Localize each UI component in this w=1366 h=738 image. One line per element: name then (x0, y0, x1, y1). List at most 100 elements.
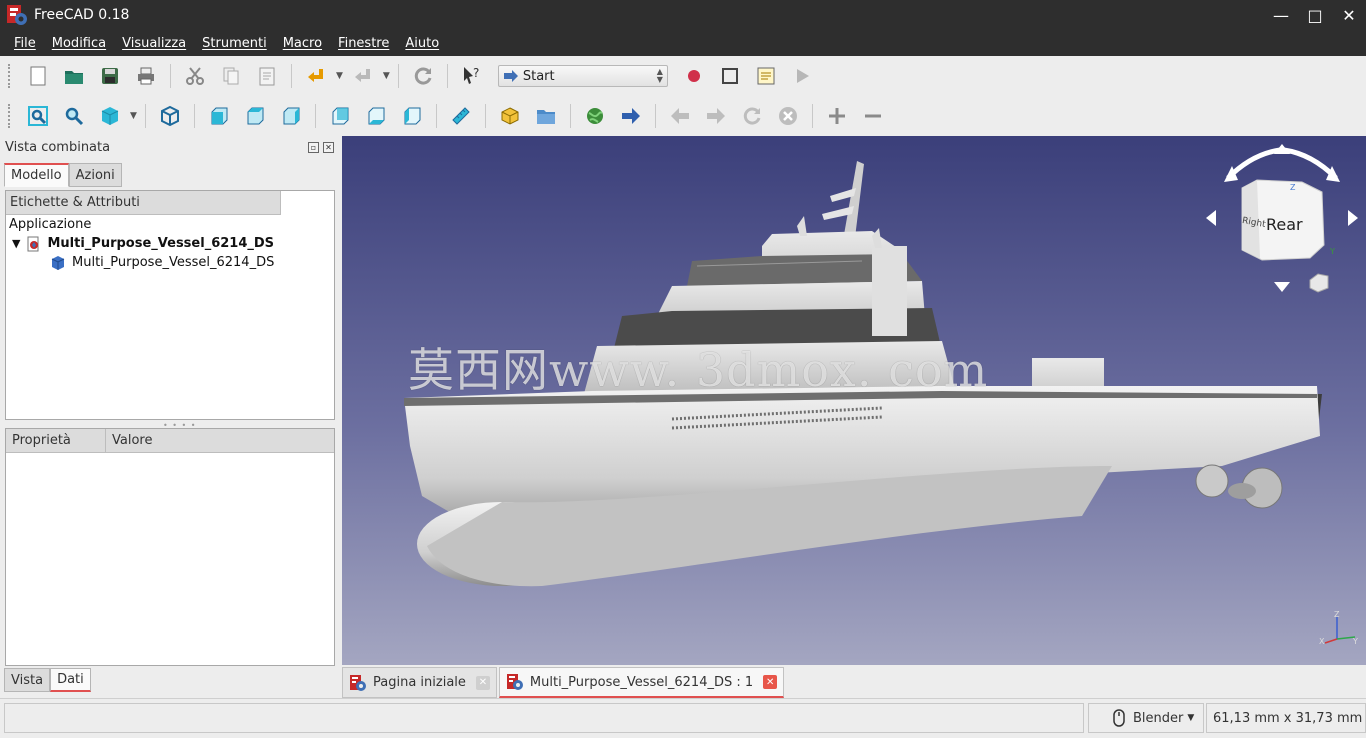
mouse-icon (1113, 709, 1125, 727)
redo-button[interactable] (348, 61, 378, 91)
menu-visualizza[interactable]: Visualizza (114, 36, 194, 51)
freecad-doc-icon (350, 674, 366, 691)
navcube-rotate-left-icon[interactable] (1226, 147, 1281, 180)
globe-icon (586, 108, 603, 124)
tree-object-row[interactable]: Multi_Purpose_Vessel_6214_DS (6, 253, 334, 272)
dimension-readout: 61,13 mm x 31,73 mm (1206, 703, 1366, 733)
float-panel-icon[interactable]: ▫ (308, 142, 319, 153)
refresh-icon (414, 67, 432, 85)
undo-button[interactable] (301, 61, 331, 91)
zoom-in-button[interactable] (822, 101, 852, 131)
view-left-button[interactable] (397, 101, 427, 131)
view-isometric-button[interactable] (155, 101, 185, 131)
measure-distance-button[interactable] (446, 101, 476, 131)
collapse-arrow-icon[interactable]: ▼ (12, 237, 20, 250)
draw-style-dropdown-icon[interactable]: ▼ (130, 111, 137, 121)
view-bottom-button[interactable] (361, 101, 391, 131)
open-button[interactable] (59, 61, 89, 91)
web-start-button[interactable] (616, 101, 646, 131)
maximize-button[interactable]: □ (1298, 0, 1332, 30)
execute-macro-button[interactable] (787, 61, 817, 91)
navigation-style-label: Blender (1133, 710, 1184, 726)
tab-azioni[interactable]: Azioni (68, 163, 122, 187)
cut-button[interactable] (180, 61, 210, 91)
close-panel-icon[interactable]: ✕ (323, 142, 334, 153)
tree-header[interactable]: Etichette & Attributi (6, 191, 281, 215)
view-top-button[interactable] (240, 101, 270, 131)
reload-icon (743, 107, 761, 125)
solid-shape-icon (51, 255, 65, 270)
view-right-button[interactable] (276, 101, 306, 131)
svg-text:?: ? (473, 66, 479, 80)
navcube-face-label[interactable]: Rear (1266, 215, 1303, 234)
menu-file[interactable]: File (6, 36, 44, 51)
close-tab-icon[interactable]: ✕ (475, 675, 490, 690)
navcube-axis-z: Z (1290, 183, 1296, 192)
menu-strumenti[interactable]: Strumenti (194, 36, 275, 51)
navcube-down-arrow-icon[interactable] (1274, 282, 1290, 292)
navigation-cube[interactable]: Rear Right Z Y (1202, 140, 1362, 300)
macros-button[interactable] (751, 61, 781, 91)
property-editor: Proprietà Valore (5, 428, 335, 666)
web-refresh-button[interactable] (737, 101, 767, 131)
new-document-button[interactable] (23, 61, 53, 91)
tab-modello[interactable]: Modello (4, 163, 69, 187)
menu-macro[interactable]: Macro (275, 36, 330, 51)
close-button[interactable]: ✕ (1332, 0, 1366, 30)
property-column-header[interactable]: Proprietà (6, 429, 106, 452)
web-stop-button[interactable] (773, 101, 803, 131)
menu-finestre[interactable]: Finestre (330, 36, 397, 51)
record-icon (687, 70, 700, 82)
web-back-button[interactable] (665, 101, 695, 131)
create-part-button[interactable] (495, 101, 525, 131)
view-rear-button[interactable] (325, 101, 355, 131)
scissors-icon (186, 67, 204, 85)
minimize-button[interactable]: — (1264, 0, 1298, 30)
copy-button[interactable] (216, 61, 246, 91)
menu-modifica[interactable]: Modifica (44, 36, 114, 51)
draw-style-button[interactable] (95, 101, 125, 131)
tab-label: Pagina iniziale (373, 675, 466, 690)
web-home-button[interactable] (580, 101, 610, 131)
fit-all-button[interactable] (23, 101, 53, 131)
navcube-rotate-right-icon[interactable] (1283, 147, 1338, 180)
create-group-button[interactable] (531, 101, 561, 131)
menu-aiuto[interactable]: Aiuto (397, 36, 447, 51)
toolbar-grip[interactable] (8, 104, 12, 128)
stop-macro-button[interactable] (715, 61, 745, 91)
navcube-left-arrow-icon[interactable] (1206, 210, 1216, 226)
view-front-button[interactable] (204, 101, 234, 131)
paste-button[interactable] (252, 61, 282, 91)
tab-pagina-iniziale[interactable]: Pagina iniziale ✕ (342, 667, 497, 698)
workbench-label: Start (522, 68, 555, 84)
record-macro-button[interactable] (679, 61, 709, 91)
spinner-icon: ▲ ▼ (656, 67, 663, 84)
navcube-right-arrow-icon[interactable] (1348, 210, 1358, 226)
axis-y-label: Y (1352, 637, 1358, 646)
redo-dropdown-icon[interactable]: ▼ (383, 71, 390, 81)
property-tabs: Vista Dati (4, 668, 91, 692)
tree-document-row[interactable]: ▼ Multi_Purpose_Vessel_6214_DS (6, 234, 334, 253)
whats-this-button[interactable]: ? (457, 61, 487, 91)
undo-dropdown-icon[interactable]: ▼ (336, 71, 343, 81)
toolbar-grip[interactable] (8, 64, 12, 88)
save-icon (102, 68, 118, 84)
3d-viewport[interactable]: 莫西网www. 3dmox. com Rear Right Z Y Z Y X (342, 136, 1366, 665)
close-tab-icon[interactable]: ✕ (763, 675, 778, 689)
tab-dati[interactable]: Dati (50, 668, 91, 692)
workbench-selector[interactable]: Start ▲ ▼ (497, 65, 668, 87)
print-button[interactable] (131, 61, 161, 91)
combo-view-tabs: Modello Azioni (4, 163, 122, 187)
tab-vista[interactable]: Vista (4, 668, 51, 692)
view-toolbar: ▼ (0, 96, 1366, 136)
web-forward-button[interactable] (701, 101, 731, 131)
tab-vessel-document[interactable]: Multi_Purpose_Vessel_6214_DS : 1 ✕ (498, 667, 785, 698)
chevron-down-icon: ▼ (1187, 713, 1195, 723)
refresh-button[interactable] (408, 61, 438, 91)
value-column-header[interactable]: Valore (106, 429, 152, 452)
save-button[interactable] (95, 61, 125, 91)
navigation-style-selector[interactable]: Blender ▼ (1088, 703, 1204, 733)
zoom-out-button[interactable] (858, 101, 888, 131)
fit-selection-button[interactable] (59, 101, 89, 131)
axis-cross-indicator: Z Y X (1319, 611, 1358, 646)
